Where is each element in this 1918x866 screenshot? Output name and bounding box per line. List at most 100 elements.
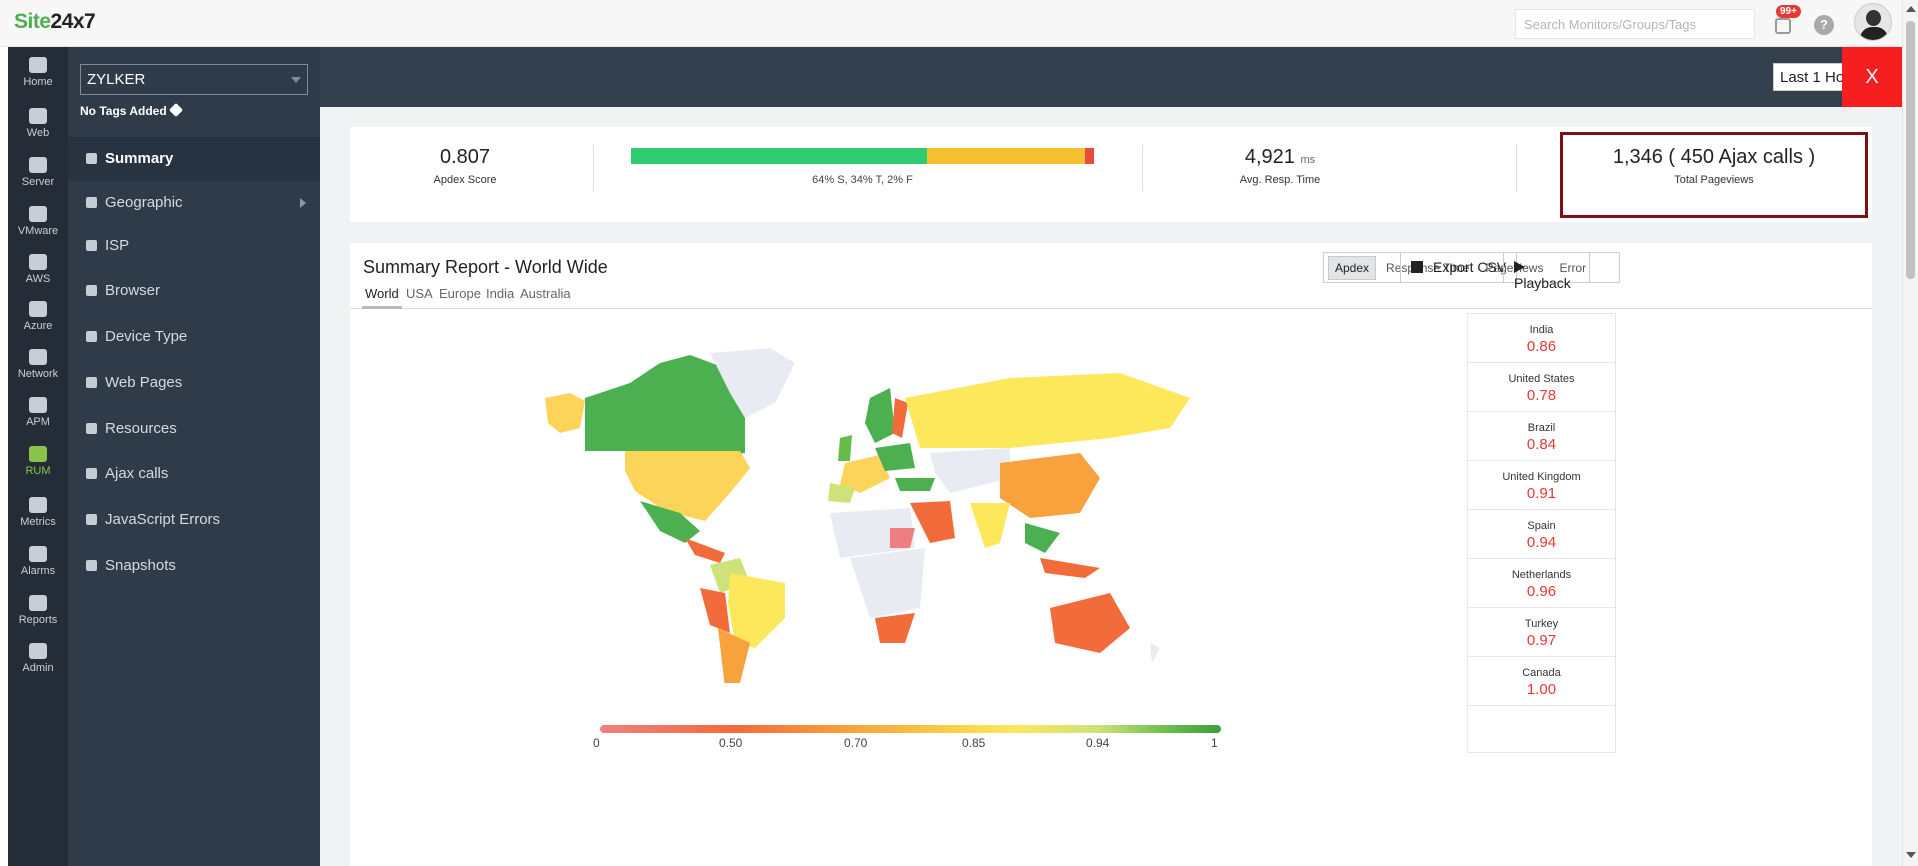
pageviews-metric: 1,346 ( 450 Ajax calls ) Total Pageviews: [1560, 132, 1868, 218]
russia-region: [905, 373, 1190, 448]
pageviews-label: Total Pageviews: [1674, 174, 1754, 186]
legend-tick-label: 0.70: [844, 736, 868, 750]
server-icon: [29, 157, 47, 173]
nav-item-server[interactable]: Server: [8, 147, 68, 203]
country-row[interactable]: United Kingdom 0.91: [1468, 461, 1615, 510]
country-apdex-value: 0.96: [1526, 583, 1557, 600]
apdex-legend-bar: [600, 725, 1221, 733]
apdex-satisfied-segment: [631, 148, 928, 164]
world-map[interactable]: [540, 343, 1260, 683]
nav-item-apm[interactable]: APM: [8, 387, 68, 443]
scroll-up-icon[interactable]: [1906, 6, 1916, 12]
subnav-item-label: Ajax calls: [105, 465, 169, 482]
country-row[interactable]: Spain 0.94: [1468, 510, 1615, 559]
layers-icon: [86, 423, 97, 434]
nav-item-label: Metrics: [20, 516, 56, 528]
subnav-item-summary[interactable]: Summary: [68, 137, 320, 181]
subnav-item-web-pages[interactable]: Web Pages: [68, 361, 320, 405]
aws-icon: [29, 254, 47, 270]
country-row[interactable]: Netherlands 0.96: [1468, 559, 1615, 608]
scrollbar[interactable]: [1902, 0, 1918, 866]
subnav-item-geographic[interactable]: Geographic: [68, 181, 320, 225]
central-africa-region: [850, 548, 925, 618]
top-bar: Site24x7 Search Monitors/Groups/Tags 99+…: [0, 0, 1918, 47]
home-icon: [29, 57, 47, 73]
country-name: Canada: [1522, 667, 1561, 679]
nav-item-label: Admin: [22, 662, 54, 674]
country-row[interactable]: India 0.86: [1468, 314, 1615, 363]
tab-world[interactable]: World: [362, 286, 402, 309]
azure-icon: [29, 301, 47, 317]
toggle-apdex[interactable]: Apdex: [1328, 255, 1377, 280]
country-row[interactable]: Canada 1.00: [1468, 657, 1615, 706]
nav-item-home[interactable]: Home: [8, 47, 68, 103]
response-time-metric: 4,921 ms Avg. Resp. Time: [1210, 146, 1350, 186]
country-apdex-value: 0.86: [1526, 338, 1557, 355]
warning-icon: [86, 514, 97, 525]
playback-button[interactable]: Playback: [1503, 252, 1590, 291]
document-icon: [86, 153, 97, 164]
tab-usa[interactable]: USA: [403, 286, 436, 306]
tab-europe[interactable]: Europe: [436, 286, 484, 306]
tab-india[interactable]: India: [483, 286, 517, 306]
subnav-item-resources[interactable]: Resources: [68, 407, 320, 451]
nav-item-admin[interactable]: Admin: [8, 633, 68, 689]
nav-item-metrics[interactable]: Metrics: [8, 487, 68, 543]
apdex-score-metric: 0.807 Apdex Score: [405, 146, 525, 186]
metrics-icon: [29, 497, 47, 513]
response-time-value: 4,921 ms: [1244, 146, 1316, 168]
user-avatar[interactable]: [1854, 3, 1892, 41]
download-icon: [1411, 261, 1423, 273]
scroll-thumb[interactable]: [1906, 21, 1915, 279]
country-row[interactable]: United States 0.78: [1468, 363, 1615, 412]
subnav-item-snapshots[interactable]: Snapshots: [68, 544, 320, 588]
nav-item-alarms[interactable]: Alarms: [8, 536, 68, 592]
close-button[interactable]: X: [1842, 47, 1902, 107]
subnav-item-label: Web Pages: [105, 374, 183, 391]
monitor-icon: [86, 331, 97, 342]
country-apdex-value: 0.78: [1526, 387, 1557, 404]
subnav-item-ajax-calls[interactable]: Ajax calls: [68, 452, 320, 496]
subnav-item-browser[interactable]: Browser: [68, 269, 320, 313]
webpage-icon: [86, 377, 97, 388]
country-list: India 0.86 United States 0.78 Brazil 0.84 Unit…: [1467, 313, 1616, 753]
china-region: [1000, 453, 1100, 518]
search-input[interactable]: Search Monitors/Groups/Tags: [1515, 9, 1755, 39]
indonesia-region: [1040, 558, 1100, 578]
legend-tick-label: 0.94: [1086, 736, 1110, 750]
apdex-score-value: 0.807: [439, 146, 491, 168]
primary-nav: Home Web Server VMware AWS Azure Network APM RUM…: [8, 47, 68, 866]
chevron-right-icon: [300, 198, 306, 208]
camera-icon: [86, 560, 97, 571]
tab-australia[interactable]: Australia: [517, 286, 574, 306]
subnav-item-isp[interactable]: ISP: [68, 224, 320, 268]
finland-region: [892, 398, 908, 438]
subnav-item-javascript-errors[interactable]: JavaScript Errors: [68, 498, 320, 542]
nav-item-web[interactable]: Web: [8, 98, 68, 154]
monitor-selector[interactable]: ZYLKER: [80, 64, 308, 95]
subnav-item-label: JavaScript Errors: [105, 511, 221, 528]
globe-icon: [29, 108, 47, 124]
country-apdex-value: 0.91: [1526, 485, 1557, 502]
refresh-icon: [86, 468, 97, 479]
notification-icon: [1775, 18, 1791, 34]
legend-tick-label: 0.50: [719, 736, 743, 750]
central-asia-region: [930, 448, 1010, 493]
country-name: India: [1529, 324, 1554, 336]
reports-icon: [29, 595, 47, 611]
site24x7-logo[interactable]: Site24x7: [14, 10, 96, 34]
apdex-distribution-bar: [631, 148, 1094, 164]
country-row[interactable]: Brazil 0.84: [1468, 412, 1615, 461]
export-csv-button[interactable]: Export CSV: [1400, 252, 1518, 283]
notifications-button[interactable]: 99+: [1772, 5, 1801, 37]
country-row[interactable]: Turkey 0.97: [1468, 608, 1615, 657]
subnav-item-device-type[interactable]: Device Type: [68, 315, 320, 359]
divider: [1142, 145, 1143, 191]
nav-item-rum[interactable]: RUM: [8, 436, 68, 492]
country-apdex-value: 0.97: [1526, 632, 1557, 649]
tags-indicator[interactable]: No Tags Added: [80, 102, 183, 118]
tags-label: No Tags Added: [80, 104, 167, 118]
scroll-down-icon[interactable]: [1906, 852, 1916, 858]
legend-tick-label: 0: [593, 736, 600, 750]
help-icon[interactable]: ?: [1814, 15, 1834, 35]
